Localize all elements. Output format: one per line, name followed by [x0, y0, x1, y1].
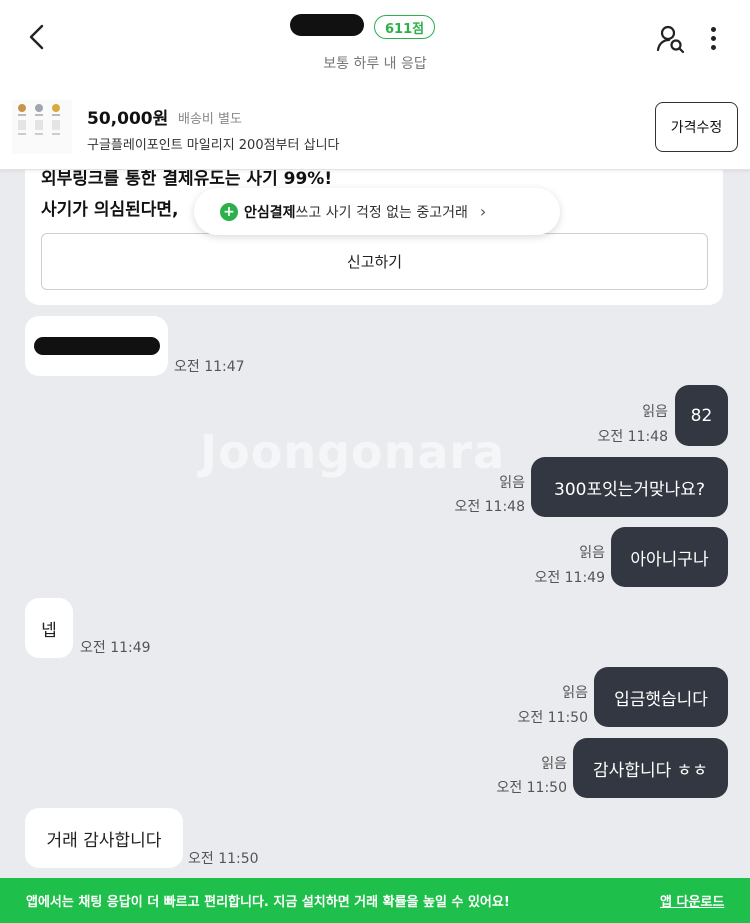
- message-bubble-in: 거래 감사합니다: [25, 808, 183, 868]
- message-bubble-out: 300포잇는거맞나요?: [531, 457, 728, 517]
- chevron-left-icon: [29, 24, 44, 50]
- message-bubble-in: [25, 316, 168, 376]
- message-time: 오전 11:47: [174, 359, 245, 375]
- shipping-note: 배송비 별도: [178, 112, 242, 127]
- safe-payment-label: 안심결제: [244, 204, 296, 221]
- response-status: 보통 하루 내 응답: [323, 56, 427, 72]
- more-dot-icon: [710, 26, 716, 32]
- report-button[interactable]: 신고하기: [41, 233, 708, 290]
- message-bubble-out: 아아니구나: [611, 527, 728, 587]
- message-bubble-in: 넵: [25, 598, 73, 658]
- product-description: 구글플레이포인트 마일리지 200점부터 삽니다: [87, 138, 340, 153]
- edit-price-button[interactable]: 가격수정: [655, 102, 738, 152]
- read-status: 읽음: [642, 404, 668, 420]
- product-thumbnail[interactable]: [12, 100, 72, 154]
- read-status: 읽음: [562, 685, 588, 701]
- banner-text: 앱에서는 채팅 응답이 더 빠르고 편리합니다. 지금 설치하면 거래 확률을 …: [26, 895, 510, 910]
- product-image: [12, 100, 72, 154]
- chevron-right-icon: ›: [479, 202, 487, 221]
- message-bubble-out: 입금햇습니다: [594, 667, 728, 727]
- read-status: 읽음: [579, 545, 605, 561]
- app-download-link[interactable]: 앱 다운로드: [660, 891, 724, 910]
- app-install-banner: 앱에서는 채팅 응답이 더 빠르고 편리합니다. 지금 설치하면 거래 확률을 …: [0, 878, 750, 923]
- safe-payment-banner[interactable]: + 안심결제 쓰고 사기 걱정 없는 중고거래 ›: [194, 188, 560, 235]
- message-time: 오전 11:50: [517, 710, 588, 726]
- more-dot-icon: [710, 44, 716, 50]
- score-badge: 611점: [374, 15, 436, 39]
- message-bubble-out: 감사합니다 ㅎㅎ: [573, 738, 728, 798]
- message-bubble-out: 82: [675, 385, 728, 446]
- user-search-icon: [656, 25, 685, 54]
- profile-search-button[interactable]: [656, 24, 686, 54]
- more-dot-icon: [710, 35, 716, 41]
- message-time: 오전 11:49: [534, 570, 605, 586]
- safe-payment-text: 쓰고 사기 걱정 없는 중고거래: [295, 204, 468, 221]
- read-status: 읽음: [541, 756, 567, 772]
- read-status: 읽음: [499, 475, 525, 491]
- chat-area[interactable]: 외부링크를 통한 결제유도는 사기 99%! 사기가 의심된다면, 신고하기 +…: [0, 170, 750, 878]
- warning-line-2: 사기가 의심된다면,: [41, 200, 179, 220]
- message-time: 오전 11:49: [80, 640, 151, 656]
- message-time: 오전 11:50: [496, 780, 567, 796]
- watermark: Joongonara: [200, 425, 506, 479]
- redacted-text: [33, 337, 160, 355]
- warning-line-1: 외부링크를 통한 결제유도는 사기 99%!: [41, 170, 333, 189]
- product-price: 50,000원: [87, 109, 169, 129]
- message-time: 오전 11:48: [454, 499, 525, 515]
- message-time: 오전 11:48: [597, 429, 668, 445]
- plus-circle-icon: +: [220, 202, 238, 221]
- more-options-button[interactable]: [702, 22, 724, 54]
- message-time: 오전 11:50: [188, 851, 259, 867]
- back-button[interactable]: [22, 22, 52, 52]
- seller-name-redacted: [290, 14, 364, 36]
- product-bar: 50,000원 배송비 별도 구글플레이포인트 마일리지 200점부터 삽니다 …: [0, 80, 750, 170]
- chat-header: 611점 보통 하루 내 응답: [0, 0, 750, 80]
